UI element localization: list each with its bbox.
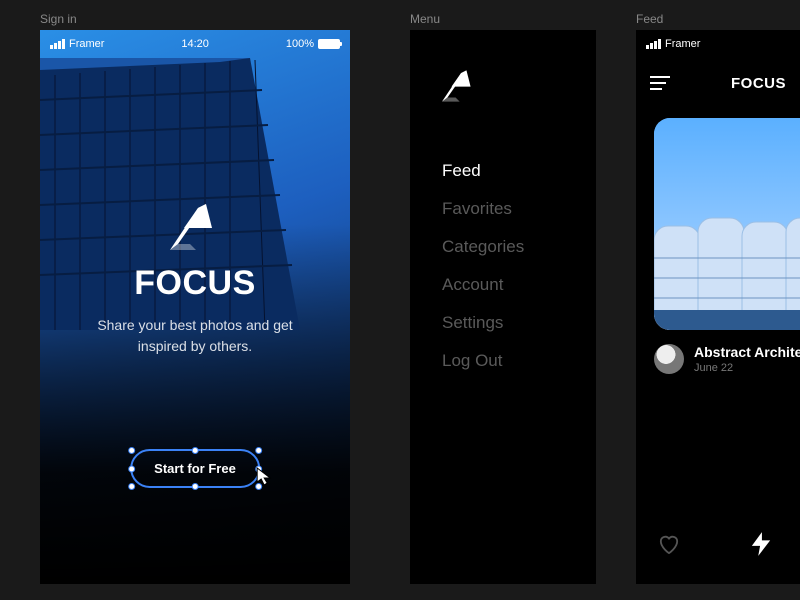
menu-item-logout[interactable]: Log Out [442, 342, 596, 380]
feed-title: FOCUS [731, 75, 786, 92]
artboard-label-feed: Feed [636, 12, 663, 26]
selection-handle-icon[interactable] [191, 483, 198, 490]
selection-handle-icon[interactable] [128, 483, 135, 490]
selection-handle-icon[interactable] [191, 447, 198, 454]
status-bar: Framer 14:20 100% [40, 30, 350, 58]
feed-card-date: June 22 [694, 362, 800, 374]
feed-card-image [654, 118, 800, 330]
feed-card-title: Abstract Architecture [694, 344, 800, 360]
battery-icon [318, 39, 340, 49]
signal-bars-icon [50, 39, 65, 49]
feed-screen: Framer FOCUS [636, 30, 800, 584]
signal-bars-icon [646, 39, 661, 49]
feed-card[interactable]: Abstract Architecture June 22 [654, 118, 800, 374]
avatar[interactable] [654, 344, 684, 374]
clock: 14:20 [181, 38, 209, 50]
app-title: FOCUS [134, 264, 256, 303]
signin-screen: Framer 14:20 100% FOCUS Share your best … [40, 30, 350, 584]
artboard-label-signin: Sign in [40, 12, 77, 26]
hamburger-icon[interactable] [650, 76, 670, 90]
carrier-label: Framer [69, 38, 104, 50]
selection-handle-icon[interactable] [128, 447, 135, 454]
bolt-icon[interactable] [750, 532, 772, 556]
menu-item-favorites[interactable]: Favorites [442, 190, 596, 228]
tagline: Share your best photos and get inspired … [90, 315, 300, 357]
heart-icon[interactable] [658, 534, 680, 554]
menu-item-categories[interactable]: Categories [442, 228, 596, 266]
focus-logo-icon [170, 204, 220, 250]
focus-logo-icon [442, 70, 476, 102]
menu-list: Feed Favorites Categories Account Settin… [410, 152, 596, 380]
cta-label: Start for Free [154, 461, 236, 476]
cta-selection-frame[interactable]: Start for Free [130, 449, 260, 488]
menu-item-settings[interactable]: Settings [442, 304, 596, 342]
cursor-icon [256, 467, 272, 487]
selection-handle-icon[interactable] [128, 465, 135, 472]
menu-item-account[interactable]: Account [442, 266, 596, 304]
menu-item-feed[interactable]: Feed [442, 152, 596, 190]
artboard-label-menu: Menu [410, 12, 440, 26]
battery-percent: 100% [286, 38, 314, 50]
start-for-free-button[interactable]: Start for Free [130, 449, 260, 488]
selection-handle-icon[interactable] [255, 447, 262, 454]
menu-screen: Feed Favorites Categories Account Settin… [410, 30, 596, 584]
carrier-label: Framer [665, 38, 700, 50]
status-bar: Framer [636, 30, 800, 58]
